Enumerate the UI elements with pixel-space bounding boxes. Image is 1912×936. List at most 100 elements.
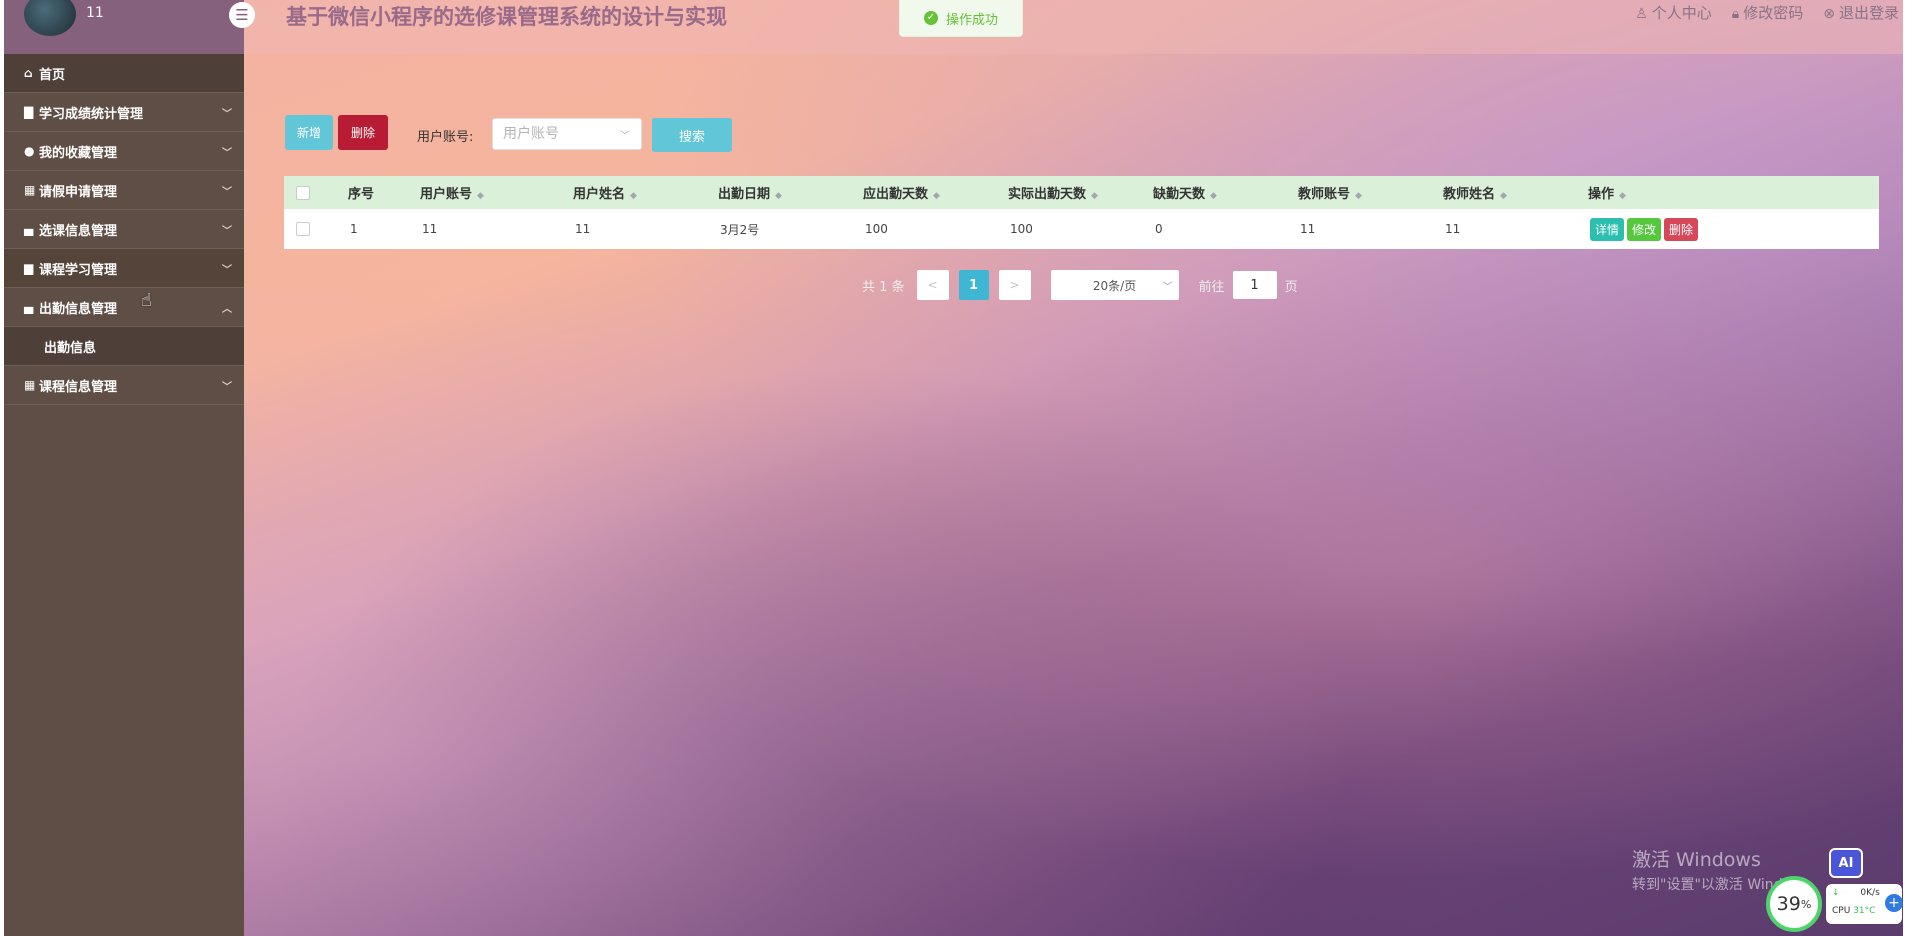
column-header[interactable]: 出勤日期 ◆ xyxy=(718,183,782,202)
column-header[interactable]: 序号 xyxy=(348,183,374,202)
cell-index: 1 xyxy=(350,222,358,236)
goto-label: 前往 xyxy=(1198,279,1225,295)
cell-expected-days: 100 xyxy=(865,222,888,236)
search-label: 用户账号: xyxy=(417,130,474,145)
total-count: 共 1 条 xyxy=(862,279,905,295)
topbar: ☰ 基于微信小程序的选修课管理系统的设计与实现 ♙ 个人中心 🔒︎ 修改密码 ⊗ 退出… xyxy=(229,0,1903,54)
prev-page-button[interactable]: < xyxy=(916,270,949,300)
top-links: ♙ 个人中心 🔒︎ 修改密码 ⊗ 退出登录 xyxy=(1635,2,1899,23)
row-checkbox[interactable] xyxy=(296,222,310,236)
sidebar-item-label: 学习成绩统计管理 xyxy=(39,106,144,122)
hand-cursor-icon: ☝ xyxy=(141,290,152,311)
avatar[interactable] xyxy=(24,0,76,36)
page-size-select[interactable]: 20条/页 ﹀ xyxy=(1050,270,1179,300)
app-page: 11 ⌂ 首页 ▇ 学习成绩统计管理 ﹀ ● 我的收藏管理 ﹀ ▦ 请假申请管理… xyxy=(4,0,1903,936)
chevron-down-icon: ﹀ xyxy=(1162,282,1173,293)
success-toast: ✓ 操作成功 xyxy=(899,0,1023,37)
chevron-down-icon: ﹀ xyxy=(222,187,232,198)
detail-button[interactable]: 详情 xyxy=(1590,217,1625,241)
star-icon: ● xyxy=(24,144,35,158)
ai-assistant-icon[interactable]: AI xyxy=(1829,848,1863,878)
column-header[interactable]: 教师姓名 ◆ xyxy=(1443,183,1507,202)
page-number-current[interactable]: 1 xyxy=(958,270,989,300)
chevron-down-icon: ﹀ xyxy=(620,131,630,142)
sort-icon[interactable]: ◆ xyxy=(630,191,637,201)
sidebar-item-label: 请假申请管理 xyxy=(39,184,118,200)
row-delete-button[interactable]: 删除 xyxy=(1664,217,1699,241)
sidebar-item-course-selection[interactable]: ▄ 选课信息管理 ﹀ xyxy=(4,210,244,249)
column-header[interactable]: 实际出勤天数 ◆ xyxy=(1008,183,1098,202)
cell-user-account: 11 xyxy=(422,222,438,236)
doc-icon: ▄ xyxy=(24,300,34,314)
sidebar-item-label: 我的收藏管理 xyxy=(39,145,118,161)
chevron-up-icon: ︿ xyxy=(222,304,232,315)
grid-icon: ▦ xyxy=(24,183,36,197)
pagination: 共 1 条 < 1 > 20条/页 ﹀ 前往 1 页 xyxy=(862,270,1298,300)
home-icon: ⌂ xyxy=(24,66,33,80)
sort-icon[interactable]: ◆ xyxy=(1091,191,1098,201)
sidebar-item-label: 首页 xyxy=(39,67,66,83)
goto-page-input[interactable]: 1 xyxy=(1232,271,1277,299)
column-header[interactable]: 操作 ◆ xyxy=(1588,183,1626,202)
search-button[interactable]: 搜索 xyxy=(652,118,732,152)
sidebar-item-label: 课程学习管理 xyxy=(39,262,118,278)
table-row[interactable]: 1 11 11 3月2号 100 100 0 11 11 详情 修改 删除 xyxy=(284,209,1879,249)
cell-actions: 详情 修改 删除 xyxy=(1590,217,1701,241)
column-header[interactable]: 用户姓名 ◆ xyxy=(573,183,637,202)
profile-link[interactable]: ♙ 个人中心 xyxy=(1635,2,1712,23)
cell-teacher-name: 11 xyxy=(1445,222,1461,236)
cell-actual-days: 100 xyxy=(1010,222,1033,236)
sidebar-item-leave[interactable]: ▦ 请假申请管理 ﹀ xyxy=(4,171,244,210)
attendance-table: 序号 用户账号 ◆ 用户姓名 ◆ 出勤日期 ◆ 应出勤天数 ◆ 实际出勤天数 ◆ 缺勤天数… xyxy=(284,176,1879,249)
sidebar-header: 11 xyxy=(4,0,244,54)
menu-toggle-icon[interactable]: ☰ xyxy=(229,2,255,28)
sidebar-item-label: 出勤信息 xyxy=(44,340,97,356)
sidebar-item-grade-stats[interactable]: ▇ 学习成绩统计管理 ﹀ xyxy=(4,93,244,132)
user-icon: ♙ xyxy=(1635,6,1648,22)
page-suffix: 页 xyxy=(1284,279,1298,295)
column-header[interactable]: 应出勤天数 ◆ xyxy=(863,183,940,202)
sort-icon[interactable]: ◆ xyxy=(1355,191,1362,201)
logout-icon: ⊗ xyxy=(1823,6,1835,22)
select-all-checkbox[interactable] xyxy=(296,185,310,200)
user-name: 11 xyxy=(86,5,104,21)
sidebar-item-course-study[interactable]: ▆ 课程学习管理 ﹀ xyxy=(4,249,244,288)
logout-link[interactable]: ⊗ 退出登录 xyxy=(1823,2,1899,23)
column-header[interactable]: 教师账号 ◆ xyxy=(1298,183,1362,202)
file-icon: ▇ xyxy=(24,105,34,119)
sidebar-item-course-info[interactable]: ▦ 课程信息管理 ﹀ xyxy=(4,366,244,405)
sidebar-item-favorites[interactable]: ● 我的收藏管理 ﹀ xyxy=(4,132,244,171)
edit-button[interactable]: 修改 xyxy=(1627,217,1662,241)
sidebar-item-home[interactable]: ⌂ 首页 xyxy=(4,54,244,93)
add-button[interactable]: 新增 xyxy=(285,115,333,150)
sidebar-subitem-attendance-info[interactable]: 出勤信息 xyxy=(4,327,244,366)
sidebar-item-label: 出勤信息管理 xyxy=(39,301,118,317)
sidebar-item-label: 选课信息管理 xyxy=(39,223,118,239)
chevron-down-icon: ﹀ xyxy=(222,109,232,120)
column-header[interactable]: 用户账号 ◆ xyxy=(420,183,484,202)
next-page-button[interactable]: > xyxy=(998,270,1031,300)
delete-button[interactable]: 删除 xyxy=(338,115,388,150)
sidebar-item-attendance[interactable]: ▄ 出勤信息管理 ︿ xyxy=(4,288,244,327)
lock-icon: 🔒︎ xyxy=(1731,6,1740,22)
sort-icon[interactable]: ◆ xyxy=(933,191,940,201)
cell-teacher-account: 11 xyxy=(1300,222,1316,236)
sort-icon[interactable]: ◆ xyxy=(477,191,484,201)
check-circle-icon: ✓ xyxy=(923,11,938,25)
cell-attendance-date: 3月2号 xyxy=(720,222,760,237)
sort-icon[interactable]: ◆ xyxy=(1619,191,1626,201)
sort-icon[interactable]: ◆ xyxy=(1500,191,1507,201)
memory-meter[interactable]: 39% xyxy=(1766,876,1822,932)
download-arrow-icon: ↓ xyxy=(1832,888,1840,898)
page-title: 基于微信小程序的选修课管理系统的设计与实现 xyxy=(286,5,727,29)
change-password-link[interactable]: 🔒︎ 修改密码 xyxy=(1732,2,1803,23)
toast-message: 操作成功 xyxy=(945,12,998,28)
sort-icon[interactable]: ◆ xyxy=(775,191,782,201)
grid-icon: ▦ xyxy=(24,378,36,392)
table-header: 序号 用户账号 ◆ 用户姓名 ◆ 出勤日期 ◆ 应出勤天数 ◆ 实际出勤天数 ◆ 缺勤天数… xyxy=(284,176,1879,209)
column-header[interactable]: 缺勤天数 ◆ xyxy=(1153,183,1217,202)
chevron-down-icon: ﹀ xyxy=(222,226,232,237)
sort-icon[interactable]: ◆ xyxy=(1210,191,1217,201)
lock-icon: ▆ xyxy=(24,261,34,275)
plus-icon[interactable]: + xyxy=(1885,894,1903,912)
